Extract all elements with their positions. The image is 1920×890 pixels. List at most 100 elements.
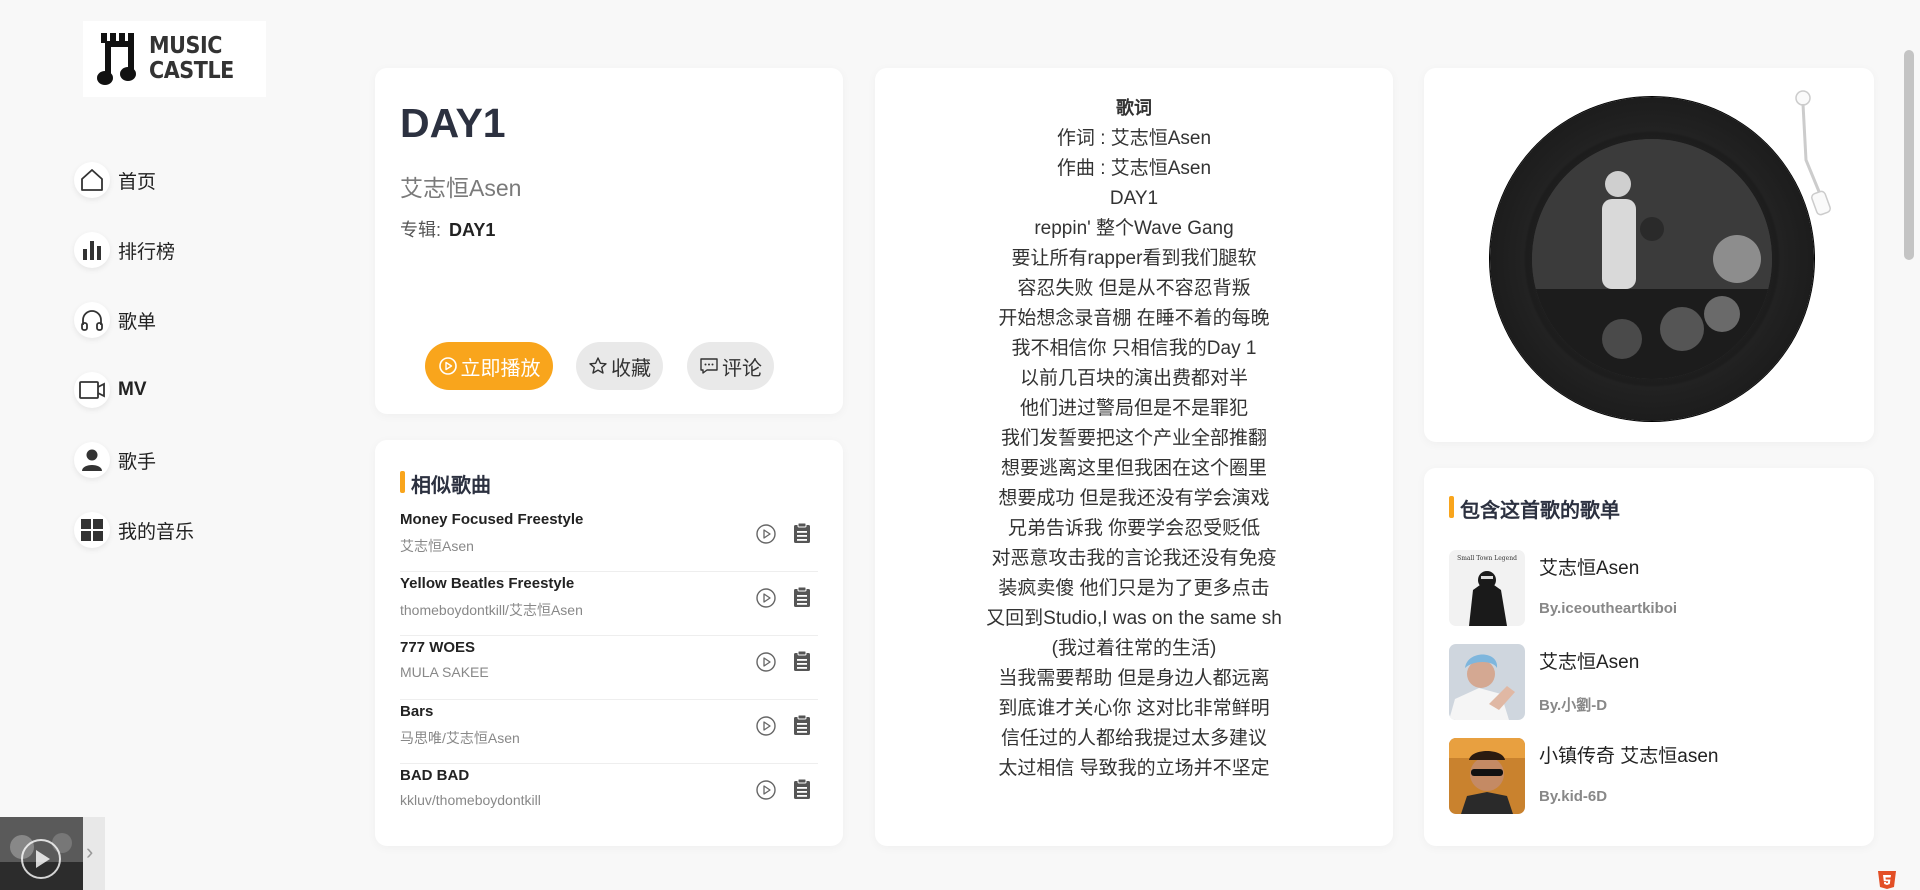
nav-label-playlists: 歌单 <box>118 311 157 333</box>
similar-song-row[interactable]: 777 WOES MULA SAKEE <box>400 636 818 700</box>
nav-item-mv[interactable]: MV <box>74 355 194 425</box>
vinyl-card <box>1424 68 1874 442</box>
playlist-creator[interactable]: By.kid-6D <box>1539 788 1607 805</box>
play-circle-icon[interactable] <box>755 779 777 801</box>
song-info-card: DAY1 艾志恒Asen 专辑: DAY1 立即播放 收藏 评论 <box>375 68 843 414</box>
album-label: 专辑: <box>400 220 442 240</box>
lyric-line: 信任过的人都给我提过太多建议 <box>1000 728 1267 749</box>
play-now-label: 立即播放 <box>460 357 541 380</box>
vinyl-disc <box>1490 97 1814 421</box>
nav-label-my-music: 我的音乐 <box>118 521 195 543</box>
lyric-line: 当我需要帮助 但是身边人都远离 <box>998 668 1270 689</box>
lyric-line: 要让所有rapper看到我们腿软 <box>1011 248 1257 269</box>
song-title: DAY1 <box>400 100 506 146</box>
clipboard-icon[interactable] <box>793 778 811 800</box>
nav-item-playlists[interactable]: 歌单 <box>74 285 194 355</box>
lyric-line: 想要逃离这里但我困在这个圈里 <box>1000 458 1267 479</box>
clipboard-icon[interactable] <box>793 586 811 608</box>
lyric-line: 想要成功 但是我还没有学会演戏 <box>998 488 1270 509</box>
brand-line1: MUSIC <box>149 33 222 59</box>
nav-label-mv: MV <box>118 379 147 400</box>
nav-label-charts: 排行榜 <box>118 241 176 263</box>
lyric-line: 作曲 : 艾志恒Asen <box>1056 158 1212 179</box>
music-note-icon <box>97 33 136 85</box>
comment-button[interactable]: 评论 <box>687 342 774 390</box>
clipboard-icon[interactable] <box>793 522 811 544</box>
lyric-line: reppin' 整个Wave Gang <box>1034 218 1234 239</box>
lyrics-lines: 作词 : 艾志恒Asen 作曲 : 艾志恒Asen DAY1 reppin' 整个Wa… <box>875 124 1393 784</box>
nav-item-charts[interactable]: 排行榜 <box>74 215 194 285</box>
lyric-line: 又回到Studio,I was on the same sh <box>986 608 1282 629</box>
lyric-line: 以前几百块的演出费都对半 <box>1019 368 1248 389</box>
playlist-name[interactable]: 艾志恒Asen <box>1539 553 1639 580</box>
playlist-cover[interactable] <box>1449 738 1525 814</box>
playlist-name[interactable]: 艾志恒Asen <box>1539 647 1639 674</box>
clipboard-icon[interactable] <box>793 650 811 672</box>
playlist-creator[interactable]: By.小劉-D <box>1539 694 1607 715</box>
lyrics-title: 歌词 <box>1116 98 1152 118</box>
song-artist[interactable]: 艾志恒Asen <box>400 169 521 203</box>
home-icon <box>74 162 110 198</box>
brand-line2: CASTLE <box>149 58 234 84</box>
video-icon <box>74 372 110 408</box>
similar-song-row[interactable]: Money Focused Freestyle 艾志恒Asen <box>400 508 818 572</box>
lyric-line: 兄弟告诉我 你要学会忍受贬低 <box>1007 518 1261 539</box>
star-icon <box>589 357 607 374</box>
html5-badge-icon <box>1878 871 1896 889</box>
nav-label-artists: 歌手 <box>118 451 157 473</box>
clipboard-icon[interactable] <box>793 714 811 736</box>
favorite-button[interactable]: 收藏 <box>576 342 663 390</box>
tonearm-icon <box>1795 90 1831 216</box>
playlist-name[interactable]: 小镇传奇 艾志恒asen <box>1539 741 1718 768</box>
lyric-line: 到底谁才关心你 这对比非常鲜明 <box>998 698 1270 719</box>
playlists-title: 包含这首歌的歌单 <box>1449 494 1620 523</box>
scrollbar-thumb[interactable] <box>1904 50 1914 260</box>
mini-player[interactable]: › <box>0 817 105 890</box>
play-circle-icon[interactable] <box>755 587 777 609</box>
chevron-right-icon[interactable]: › <box>86 839 93 865</box>
nav-item-my-music[interactable]: 我的音乐 <box>74 495 194 565</box>
play-circle-icon[interactable] <box>755 651 777 673</box>
similar-songs-card: 相似歌曲 Money Focused Freestyle 艾志恒Asen Yel… <box>375 440 843 846</box>
nav-item-home[interactable]: 首页 <box>74 145 194 215</box>
grid-icon <box>74 512 110 548</box>
page: MUSIC CASTLE 首页 排行榜 歌单 MV 歌手 我的音乐 DAY1 艾… <box>0 0 1920 890</box>
comment-icon <box>700 358 718 374</box>
similar-songs-title: 相似歌曲 <box>400 469 491 498</box>
chart-icon <box>74 232 110 268</box>
playlist-cover[interactable] <box>1449 644 1525 720</box>
sidebar-nav: 首页 排行榜 歌单 MV 歌手 我的音乐 <box>74 145 194 565</box>
playlist-cover-text: Small Town Legend <box>1457 555 1517 562</box>
lyric-line: 他们进过警局但是不是罪犯 <box>1019 398 1248 419</box>
album-name[interactable]: DAY1 <box>449 220 495 240</box>
play-circle-icon[interactable] <box>755 523 777 545</box>
lyric-line: 容忍失败 但是从不容忍背叛 <box>1017 278 1251 299</box>
mini-player-cover[interactable] <box>0 817 83 890</box>
favorite-label: 收藏 <box>611 357 651 380</box>
lyric-line: 我不相信你 只相信我的Day 1 <box>1011 338 1257 359</box>
play-now-button[interactable]: 立即播放 <box>425 342 553 390</box>
brand-logo[interactable]: MUSIC CASTLE <box>83 21 266 97</box>
similar-song-row[interactable]: BAD BAD kkluv/thomeboydontkill <box>400 764 818 828</box>
playlists-card: 包含这首歌的歌单 Small Town Legend 艾志恒Asen By.ic… <box>1424 468 1874 846</box>
lyric-line: 我们发誓要把这个产业全部推翻 <box>1000 428 1267 449</box>
play-circle-icon[interactable] <box>755 715 777 737</box>
comment-label: 评论 <box>722 357 762 380</box>
similar-songs-list: Money Focused Freestyle 艾志恒Asen Yellow B… <box>400 508 818 828</box>
lyric-line: 装疯卖傻 他们只是为了更多点击 <box>998 578 1270 599</box>
similar-song-row[interactable]: Yellow Beatles Freestyle thomeboydontkil… <box>400 572 818 636</box>
nav-item-artists[interactable]: 歌手 <box>74 425 194 495</box>
lyric-line: 开始想念录音棚 在睡不着的每晚 <box>998 308 1270 329</box>
lyric-line: 作词 : 艾志恒Asen <box>1056 128 1212 149</box>
lyric-line: (我过着往常的生活) <box>1051 638 1217 659</box>
playlist-cover[interactable]: Small Town Legend <box>1449 550 1525 626</box>
lyric-line: 对恶意攻击我的言论我还没有免疫 <box>991 548 1277 569</box>
play-circle-icon <box>438 357 457 375</box>
nav-label-home: 首页 <box>118 171 157 193</box>
lyric-line: 太过相信 导致我的立场并不坚定 <box>998 758 1270 779</box>
similar-song-row[interactable]: Bars 马思唯/艾志恒Asen <box>400 700 818 764</box>
lyric-line: DAY1 <box>1109 188 1159 209</box>
playlist-creator[interactable]: By.iceoutheartkiboi <box>1539 600 1677 617</box>
album-cover <box>1532 139 1772 379</box>
headphones-icon <box>74 302 110 338</box>
